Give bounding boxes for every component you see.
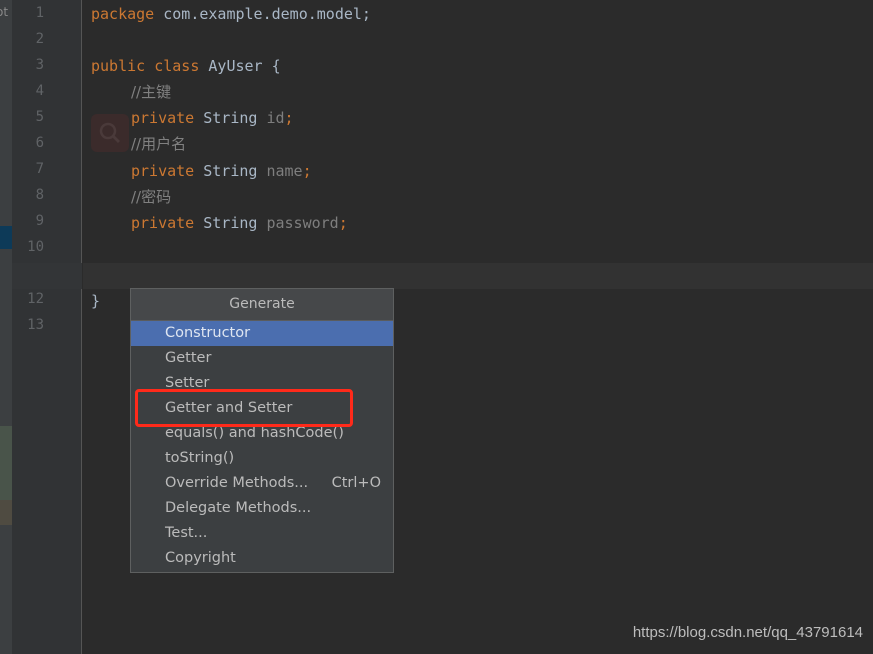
semicolon: ; bbox=[338, 214, 348, 232]
line-number[interactable]: 8 bbox=[12, 182, 44, 208]
line-number[interactable]: 6 bbox=[12, 130, 44, 156]
comment: //密码 bbox=[131, 188, 172, 206]
line-number[interactable]: 1 bbox=[12, 0, 44, 26]
field-name: id bbox=[266, 109, 285, 127]
strip-selection bbox=[0, 226, 12, 249]
comment: //用户名 bbox=[131, 135, 187, 153]
menu-item[interactable]: Test... bbox=[131, 521, 393, 546]
current-line-highlight bbox=[83, 263, 873, 289]
comment: //主键 bbox=[131, 83, 172, 101]
menu-item[interactable]: Constructor bbox=[131, 321, 393, 346]
menu-item[interactable]: Override Methods... Ctrl+O bbox=[131, 471, 393, 496]
semicolon: ; bbox=[302, 162, 312, 180]
generate-popup-menu: Generate Constructor Getter Setter Getter a… bbox=[130, 288, 394, 573]
strip-marker-green bbox=[0, 426, 12, 500]
menu-item-label: equals() and hashCode() bbox=[165, 425, 344, 441]
menu-item-label: Delegate Methods... bbox=[165, 500, 312, 516]
strip-label: ot bbox=[0, 5, 9, 19]
menu-item-label: Getter bbox=[165, 350, 212, 366]
menu-item[interactable]: Delegate Methods... bbox=[131, 496, 393, 521]
line-number-gutter: 12345678910111213 bbox=[12, 0, 82, 654]
strip-marker-brown bbox=[0, 500, 12, 525]
menu-item[interactable]: toString() bbox=[131, 446, 393, 471]
line-number[interactable]: 13 bbox=[12, 312, 44, 338]
menu-item-shortcut: Ctrl+O bbox=[331, 475, 381, 491]
code-line-9[interactable]: private String password; bbox=[131, 210, 348, 236]
line-number[interactable]: 7 bbox=[12, 156, 44, 182]
menu-item[interactable]: Copyright bbox=[131, 546, 393, 571]
code-line-6[interactable]: //用户名 bbox=[131, 131, 186, 157]
menu-item-label: toString() bbox=[165, 450, 235, 466]
side-tool-strip: ot bbox=[0, 0, 12, 654]
keyword: package bbox=[91, 5, 155, 23]
class-name: AyUser { bbox=[199, 57, 281, 75]
code-line-12[interactable]: } bbox=[91, 288, 100, 314]
line-number[interactable]: 2 bbox=[12, 26, 44, 52]
search-icon[interactable] bbox=[91, 114, 129, 152]
field-name: name bbox=[266, 162, 303, 180]
annotation-highlight-box bbox=[135, 389, 353, 427]
gutter-current-line bbox=[12, 263, 82, 289]
line-number[interactable]: 9 bbox=[12, 208, 44, 234]
keyword: private bbox=[131, 214, 195, 232]
watermark: https://blog.csdn.net/qq_43791614 bbox=[632, 624, 863, 641]
semicolon: ; bbox=[284, 109, 294, 127]
package-name: com.example.demo.model; bbox=[154, 5, 371, 23]
field-name: password bbox=[266, 214, 339, 232]
code-line-5[interactable]: private String id; bbox=[131, 105, 294, 131]
code-line-1[interactable]: package com.example.demo.model; bbox=[91, 1, 371, 27]
menu-item-label: Copyright bbox=[165, 550, 236, 566]
closing-brace: } bbox=[91, 292, 101, 310]
type: String bbox=[194, 162, 267, 180]
line-number[interactable]: 12 bbox=[12, 286, 44, 312]
keyword: public class bbox=[91, 57, 200, 75]
code-line-8[interactable]: //密码 bbox=[131, 184, 171, 210]
keyword: private bbox=[131, 109, 195, 127]
menu-item-label: Constructor bbox=[165, 325, 251, 341]
menu-item[interactable]: Getter bbox=[131, 346, 393, 371]
type: String bbox=[194, 109, 267, 127]
code-line-7[interactable]: private String name; bbox=[131, 158, 312, 184]
line-number[interactable]: 10 bbox=[12, 234, 44, 260]
line-number[interactable]: 4 bbox=[12, 78, 44, 104]
code-line-3[interactable]: public class AyUser { bbox=[91, 53, 281, 79]
line-number[interactable]: 3 bbox=[12, 52, 44, 78]
line-number[interactable]: 5 bbox=[12, 104, 44, 130]
menu-item-label: Override Methods... bbox=[165, 475, 309, 491]
code-line-4[interactable]: //主键 bbox=[131, 79, 171, 105]
menu-item-label: Test... bbox=[165, 525, 208, 541]
menu-title: Generate bbox=[131, 289, 393, 321]
keyword: private bbox=[131, 162, 195, 180]
type: String bbox=[194, 214, 267, 232]
